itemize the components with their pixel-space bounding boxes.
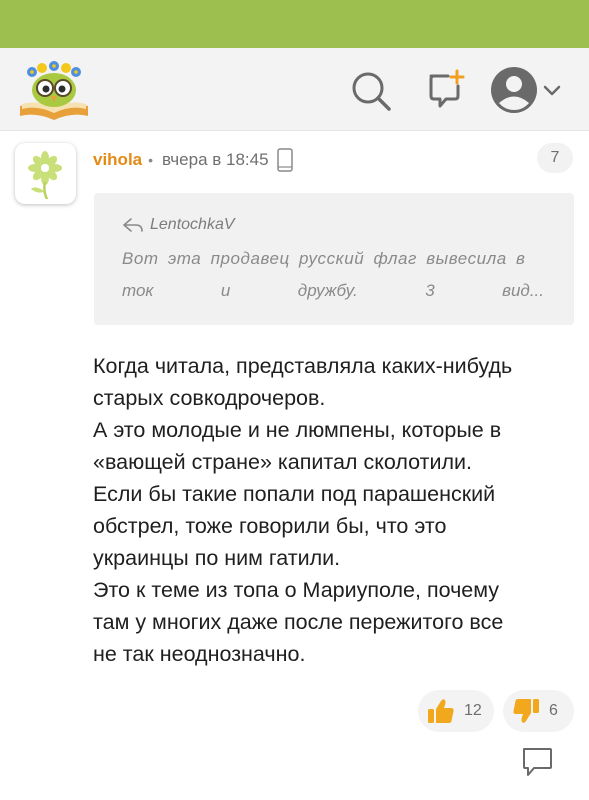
quote-text-line: Вот эта продавец русский флаг вывесила в <box>122 249 526 268</box>
top-bar <box>0 0 589 48</box>
dislike-button[interactable]: 6 <box>503 690 574 732</box>
user-avatar[interactable] <box>15 143 76 204</box>
comment: vihola • вчера в 18:45 7 LentochkaV Вот … <box>0 131 589 800</box>
comment-text-line: «вающей стране» капитал сколотили. <box>93 450 472 474</box>
like-count: 12 <box>464 702 482 719</box>
quote-word: вид... <box>502 281 544 300</box>
header <box>0 48 589 131</box>
comment-text-line: обстрел, тоже говорили бы, что это <box>93 514 447 538</box>
comment-text-line: Если бы такие попали под парашенский <box>93 482 496 506</box>
quote-word: и <box>220 281 231 300</box>
phone-icon <box>276 148 293 172</box>
chevron-down-icon[interactable] <box>540 78 564 102</box>
quote-author[interactable]: LentochkaV <box>122 216 235 234</box>
search-icon[interactable] <box>350 70 392 112</box>
separator-dot: • <box>148 152 154 168</box>
comment-text-line: старых совкодрочеров. <box>93 386 326 410</box>
quote-block[interactable]: LentochkaV Вот эта продавец русский флаг… <box>94 193 574 325</box>
comment-text: Когда читала, представляла каких-нибудь … <box>93 350 578 670</box>
book-owl-logo[interactable] <box>16 58 92 122</box>
reply-comment-icon[interactable] <box>520 745 554 779</box>
comment-meta: vihola • вчера в 18:45 <box>93 148 293 172</box>
like-button[interactable]: 12 <box>418 690 494 732</box>
compose-icon[interactable] <box>424 68 466 110</box>
comment-text-line: Это к теме из топа о Мариуполе, почему <box>93 578 500 602</box>
thumbs-up-icon <box>428 699 454 723</box>
quote-word: дружбу. <box>297 281 358 300</box>
quote-word: 3 <box>425 281 435 300</box>
comment-text-line: Когда читала, представляла каких-нибудь <box>93 354 513 378</box>
quote-word: ток <box>122 281 154 300</box>
comment-text-line: А это молодые и не люмпены, которые в <box>93 418 502 442</box>
flower-icon <box>28 151 62 199</box>
quote-author-name: LentochkaV <box>150 216 235 233</box>
comment-text-line: там у многих даже после пережитого все <box>93 610 504 634</box>
quote-text-line-2: ток и дружбу. 3 вид... <box>122 281 544 301</box>
comment-text-line: украинцы по ним гатили. <box>93 546 341 570</box>
thumbs-down-icon <box>513 699 539 723</box>
dislike-count: 6 <box>549 702 558 719</box>
comment-text-line: не так неоднозначно. <box>93 642 306 666</box>
username[interactable]: vihola <box>93 150 142 170</box>
timestamp: вчера в 18:45 <box>162 150 269 169</box>
comment-number-badge[interactable]: 7 <box>537 143 573 173</box>
avatar-icon[interactable] <box>490 66 538 114</box>
reply-arrow-icon <box>123 218 143 232</box>
